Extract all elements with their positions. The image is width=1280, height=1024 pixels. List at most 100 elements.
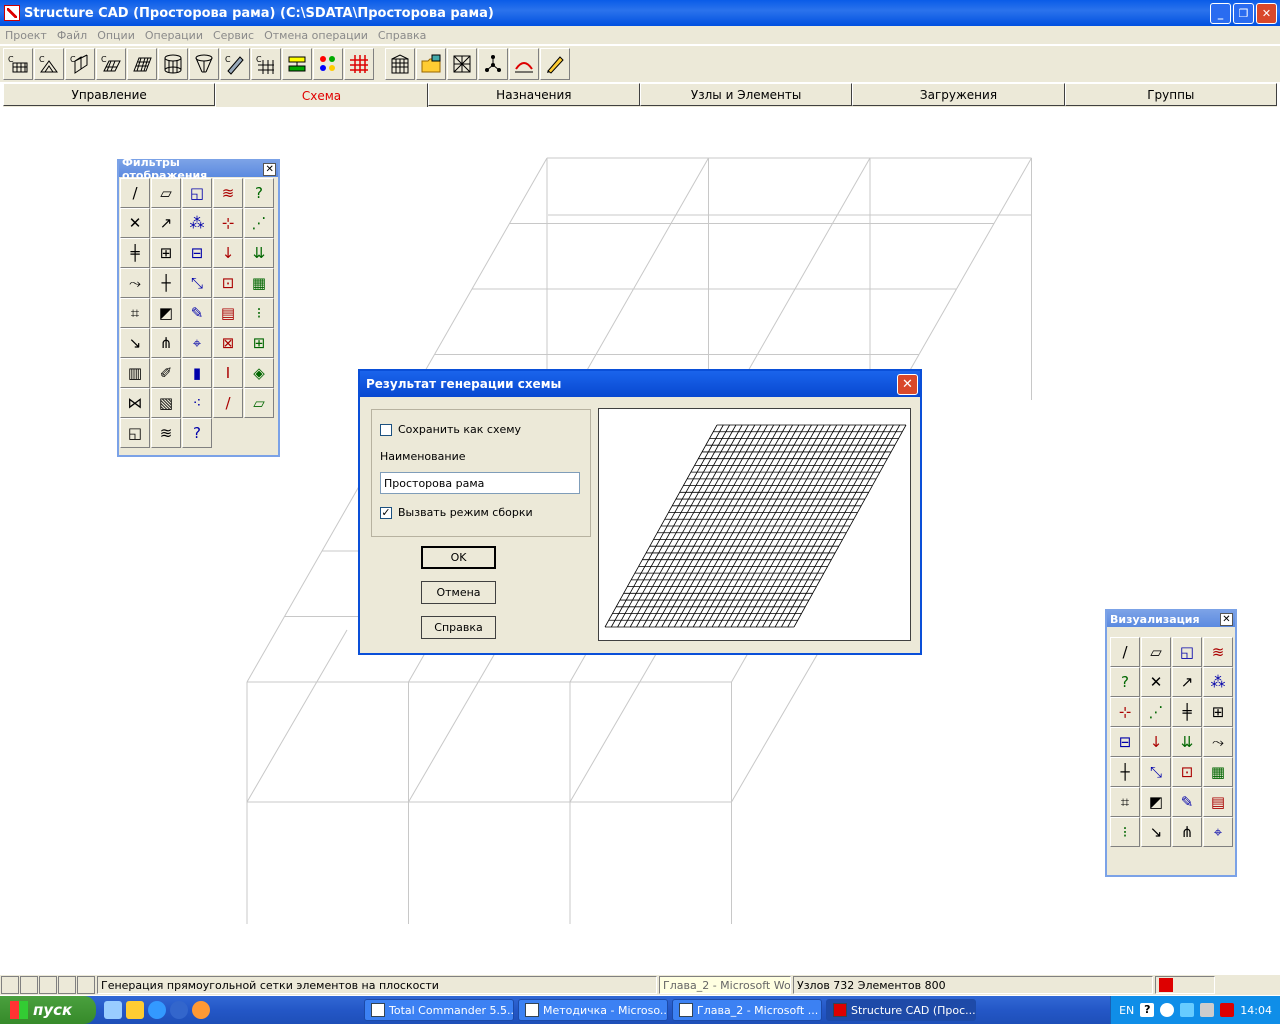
- frame-generate-icon[interactable]: C: [3, 48, 33, 80]
- menu-help[interactable]: Справка: [373, 29, 431, 42]
- filter-tool-42-icon[interactable]: ≋: [151, 418, 181, 448]
- tab-assignments[interactable]: Назначения: [427, 83, 640, 106]
- minimize-icon[interactable]: _: [1210, 2, 1231, 24]
- menu-operations[interactable]: Операции: [140, 29, 208, 42]
- filter-tool-22-icon[interactable]: ◩: [151, 298, 181, 328]
- filter-tool-33-icon[interactable]: ▮: [182, 358, 212, 388]
- visual-tool-1-icon[interactable]: /: [1110, 637, 1140, 667]
- pencil-edit-icon[interactable]: [540, 48, 570, 80]
- chevron-left-icon[interactable]: [1160, 1003, 1175, 1017]
- red-grid-icon[interactable]: [344, 48, 374, 80]
- cone-generate-icon[interactable]: [189, 48, 219, 80]
- tab-scheme[interactable]: Схема: [215, 83, 428, 107]
- language-indicator[interactable]: EN: [1119, 1004, 1134, 1017]
- filter-tool-13-icon[interactable]: ⊟: [182, 238, 212, 268]
- filter-tool-15-icon[interactable]: ⇊: [244, 238, 274, 268]
- filter-tool-24-icon[interactable]: ▤: [213, 298, 243, 328]
- filter-tool-28-icon[interactable]: ⌖: [182, 328, 212, 358]
- menu-service[interactable]: Сервис: [208, 29, 259, 42]
- filter-tool-39-icon[interactable]: /: [213, 388, 243, 418]
- tab-groups[interactable]: Группы: [1064, 83, 1277, 106]
- visual-tool-26-icon[interactable]: ↘: [1141, 817, 1171, 847]
- view-iso-icon[interactable]: [58, 976, 76, 994]
- cancel-button[interactable]: Отмена: [421, 581, 496, 604]
- task-total-commander[interactable]: Total Commander 5.5...: [364, 999, 514, 1021]
- task-metodichka-word[interactable]: Методичка - Microso...: [518, 999, 668, 1021]
- filter-tool-4-icon[interactable]: ≋: [213, 178, 243, 208]
- filter-tool-20-icon[interactable]: ▦: [244, 268, 274, 298]
- visual-tool-3-icon[interactable]: ◱: [1172, 637, 1202, 667]
- filter-tool-1-icon[interactable]: /: [120, 178, 150, 208]
- view-grid-icon[interactable]: [77, 976, 95, 994]
- visual-tool-22-icon[interactable]: ◩: [1141, 787, 1171, 817]
- visual-tool-20-icon[interactable]: ▦: [1203, 757, 1233, 787]
- filter-tool-11-icon[interactable]: ╪: [120, 238, 150, 268]
- visual-tool-15-icon[interactable]: ⇊: [1172, 727, 1202, 757]
- winamp-icon[interactable]: [126, 1001, 144, 1019]
- filter-tool-23-icon[interactable]: ✎: [182, 298, 212, 328]
- help-icon[interactable]: ?: [1140, 1003, 1155, 1017]
- filter-tool-17-icon[interactable]: ┼: [151, 268, 181, 298]
- volume-icon[interactable]: [1200, 1003, 1215, 1017]
- filter-tool-16-icon[interactable]: ⤳: [120, 268, 150, 298]
- filter-tool-2-icon[interactable]: ▱: [151, 178, 181, 208]
- view-side-icon[interactable]: [20, 976, 38, 994]
- filter-tool-25-icon[interactable]: ⁝: [244, 298, 274, 328]
- visual-tool-21-icon[interactable]: ⌗: [1110, 787, 1140, 817]
- close-icon[interactable]: ✕: [897, 373, 918, 395]
- menu-options[interactable]: Опции: [92, 29, 140, 42]
- visualization-title-bar[interactable]: Визуализация ✕: [1107, 611, 1235, 627]
- scheme-link-icon[interactable]: [282, 48, 312, 80]
- visual-tool-27-icon[interactable]: ⋔: [1172, 817, 1202, 847]
- start-button[interactable]: пуск: [0, 996, 96, 1024]
- tab-nodes-elements[interactable]: Узлы и Элементы: [639, 83, 853, 106]
- filter-tool-8-icon[interactable]: ⁂: [182, 208, 212, 238]
- filter-tool-41-icon[interactable]: ◱: [120, 418, 150, 448]
- assembly-icon[interactable]: [447, 48, 477, 80]
- visual-tool-8-icon[interactable]: ⁂: [1203, 667, 1233, 697]
- frame-3d-generate-icon[interactable]: C: [65, 48, 95, 80]
- filter-tool-38-icon[interactable]: ⁖: [182, 388, 212, 418]
- filter-tool-43-icon[interactable]: ?: [182, 418, 212, 448]
- truss-generate-icon[interactable]: C: [34, 48, 64, 80]
- visual-tool-5-icon[interactable]: ?: [1110, 667, 1140, 697]
- filter-tool-37-icon[interactable]: ▧: [151, 388, 181, 418]
- filter-tool-12-icon[interactable]: ⊞: [151, 238, 181, 268]
- network-icon[interactable]: [1180, 1003, 1195, 1017]
- filter-tool-18-icon[interactable]: ⤡: [182, 268, 212, 298]
- shell-generate-icon[interactable]: [127, 48, 157, 80]
- ok-button[interactable]: OK: [421, 546, 496, 569]
- filter-tool-30-icon[interactable]: ⊞: [244, 328, 274, 358]
- filter-tool-27-icon[interactable]: ⋔: [151, 328, 181, 358]
- visual-tool-12-icon[interactable]: ⊞: [1203, 697, 1233, 727]
- close-icon[interactable]: ✕: [1256, 2, 1277, 24]
- visual-tool-18-icon[interactable]: ⤡: [1141, 757, 1171, 787]
- filter-tool-5-icon[interactable]: ?: [244, 178, 274, 208]
- visual-tool-7-icon[interactable]: ↗: [1172, 667, 1202, 697]
- filter-tool-35-icon[interactable]: ◈: [244, 358, 274, 388]
- visual-tool-19-icon[interactable]: ⊡: [1172, 757, 1202, 787]
- task-glava2-word[interactable]: Глава_2 - Microsoft ...: [672, 999, 822, 1021]
- filter-tool-10-icon[interactable]: ⋰: [244, 208, 274, 238]
- filter-tool-14-icon[interactable]: ↓: [213, 238, 243, 268]
- assembly-mode-checkbox[interactable]: ✓: [380, 506, 392, 519]
- visual-tool-11-icon[interactable]: ╪: [1172, 697, 1202, 727]
- visual-tool-14-icon[interactable]: ↓: [1141, 727, 1171, 757]
- visual-tool-13-icon[interactable]: ⊟: [1110, 727, 1140, 757]
- filter-tool-40-icon[interactable]: ▱: [244, 388, 274, 418]
- filter-tool-36-icon[interactable]: ⋈: [120, 388, 150, 418]
- grid-scheme-icon[interactable]: C: [251, 48, 281, 80]
- kaspersky-icon[interactable]: [1220, 1003, 1235, 1017]
- visual-tool-2-icon[interactable]: ▱: [1141, 637, 1171, 667]
- scheme-name-input[interactable]: [380, 472, 580, 494]
- filter-tool-6-icon[interactable]: ✕: [120, 208, 150, 238]
- visual-tool-28-icon[interactable]: ⌖: [1203, 817, 1233, 847]
- open-folder-icon[interactable]: [416, 48, 446, 80]
- close-icon[interactable]: ✕: [263, 162, 276, 176]
- close-icon[interactable]: ✕: [1220, 612, 1233, 626]
- filter-tool-34-icon[interactable]: Ι: [213, 358, 243, 388]
- filter-tool-21-icon[interactable]: ⌗: [120, 298, 150, 328]
- visual-tool-25-icon[interactable]: ⁝: [1110, 817, 1140, 847]
- filter-tool-7-icon[interactable]: ↗: [151, 208, 181, 238]
- display-filters-title-bar[interactable]: Фильтры отображения ✕: [119, 156, 278, 182]
